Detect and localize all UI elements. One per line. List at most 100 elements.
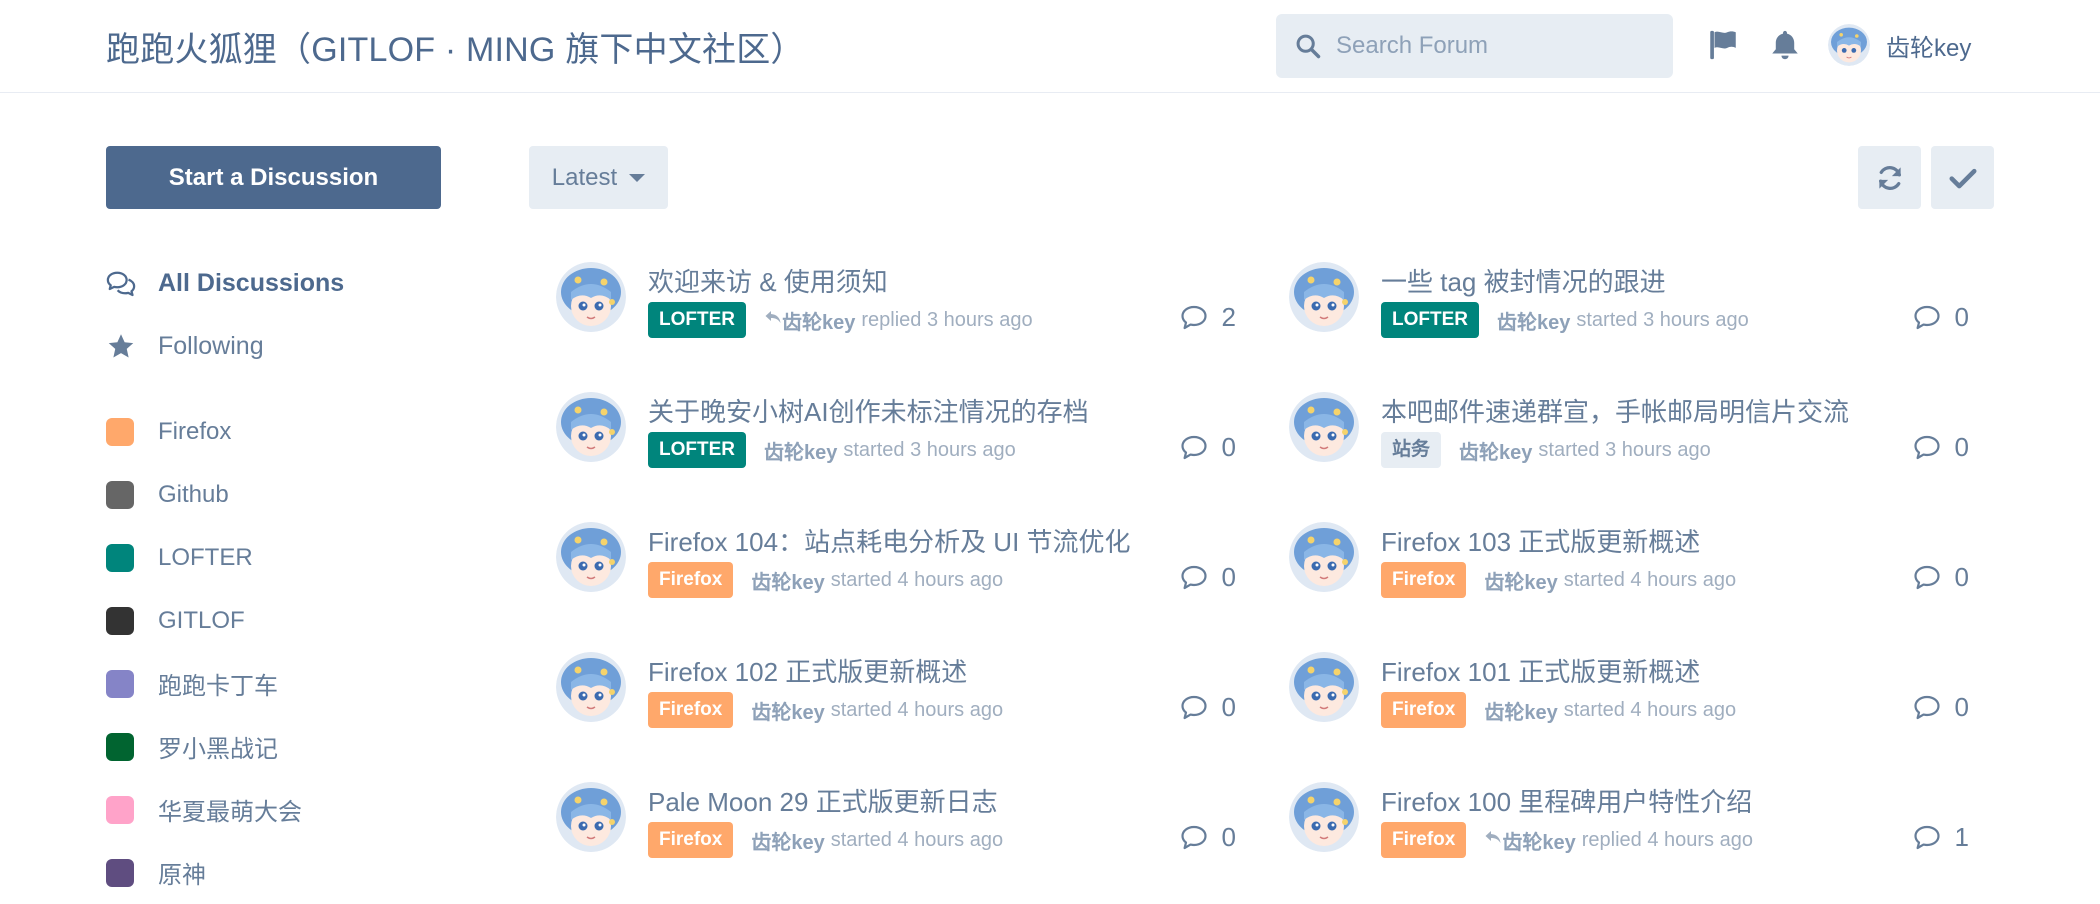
mark-all-read-button[interactable] xyxy=(1931,146,1994,209)
user-menu[interactable]: 齿轮key xyxy=(1828,24,1971,66)
sidebar-nav: All Discussions Following xyxy=(106,252,344,378)
reply-count-value: 2 xyxy=(1221,302,1236,332)
reply-count: 0 xyxy=(1180,432,1236,463)
sidebar-item-label: All Discussions xyxy=(158,269,345,297)
discussion-meta: LOFTER 齿轮key replied 3 hours ago xyxy=(648,302,1033,338)
discussion-author[interactable]: 齿轮key xyxy=(782,306,855,335)
refresh-button[interactable] xyxy=(1858,146,1921,209)
discussion-author[interactable]: 齿轮key xyxy=(1459,436,1532,465)
discussion-item[interactable]: Firefox 101 正式版更新概述 Firefox 齿轮key started 4… xyxy=(1289,652,1969,742)
discussion-item[interactable]: Firefox 100 里程碑用户特性介绍 Firefox 齿轮key replied… xyxy=(1289,782,1969,872)
reply-count: 0 xyxy=(1180,692,1236,723)
sidebar-tag-item[interactable]: Firefox xyxy=(106,400,302,463)
discussion-author[interactable]: 齿轮key xyxy=(1484,566,1557,595)
discussion-author[interactable]: 齿轮key xyxy=(751,566,824,595)
discussion-item[interactable]: Firefox 103 正式版更新概述 Firefox 齿轮key started 4… xyxy=(1289,522,1969,612)
start-discussion-button[interactable]: Start a Discussion xyxy=(106,146,441,209)
discussion-action: replied 4 hours ago xyxy=(1581,828,1753,851)
refresh-icon xyxy=(1878,165,1901,190)
sort-dropdown[interactable]: Latest xyxy=(529,146,668,209)
tag-color-swatch xyxy=(106,795,134,824)
reply-count: 0 xyxy=(1913,692,1969,723)
tag-color-swatch xyxy=(106,543,134,572)
avatar[interactable] xyxy=(556,262,626,332)
discussion-meta: Firefox 齿轮key started 4 hours ago xyxy=(1381,562,1736,598)
discussion-title[interactable]: Firefox 103 正式版更新概述 xyxy=(1381,522,1700,559)
tag-badge[interactable]: Firefox xyxy=(1381,822,1467,858)
sidebar-item-following[interactable]: Following xyxy=(106,315,344,378)
discussion-title[interactable]: 本吧邮件速递群宣，手帐邮局明信片交流 xyxy=(1381,392,1849,429)
sidebar-tag-item[interactable]: 罗小黑战记 xyxy=(106,715,302,778)
check-icon xyxy=(1949,168,1976,188)
discussion-action: replied 3 hours ago xyxy=(861,308,1033,331)
discussion-item[interactable]: 欢迎来访 & 使用须知 LOFTER 齿轮key replied 3 hours ag… xyxy=(556,262,1236,352)
tag-badge[interactable]: Firefox xyxy=(648,692,734,728)
reply-count-value: 0 xyxy=(1954,432,1969,462)
tag-badge[interactable]: LOFTER xyxy=(1381,302,1479,338)
username: 齿轮key xyxy=(1886,34,1972,62)
discussion-author[interactable]: 齿轮key xyxy=(764,436,837,465)
sidebar-tag-item[interactable]: LOFTER xyxy=(106,526,302,589)
discussion-author[interactable]: 齿轮key xyxy=(751,696,824,725)
avatar[interactable] xyxy=(1289,522,1359,592)
discussion-author[interactable]: 齿轮key xyxy=(751,826,824,855)
discussion-meta: Firefox 齿轮key started 4 hours ago xyxy=(648,822,1003,858)
tag-badge[interactable]: Firefox xyxy=(648,822,734,858)
discussion-author[interactable]: 齿轮key xyxy=(1484,696,1557,725)
discussion-author[interactable]: 齿轮key xyxy=(1502,826,1575,855)
discussion-title[interactable]: Firefox 104：站点耗电分析及 UI 节流优化 xyxy=(648,522,1131,559)
sidebar-tag-item[interactable]: 华夏最萌大会 xyxy=(106,778,302,841)
comment-icon xyxy=(1180,825,1208,851)
discussion-item[interactable]: Firefox 102 正式版更新概述 Firefox 齿轮key started 4… xyxy=(556,652,1236,742)
comments-icon xyxy=(106,271,136,296)
tag-badge[interactable]: Firefox xyxy=(1381,692,1467,728)
avatar[interactable] xyxy=(1289,782,1359,852)
tag-color-swatch xyxy=(106,669,134,698)
discussion-title[interactable]: Pale Moon 29 正式版更新日志 xyxy=(648,782,998,819)
tag-badge[interactable]: Firefox xyxy=(1381,562,1467,598)
avatar[interactable] xyxy=(1289,392,1359,462)
discussion-title[interactable]: Firefox 100 里程碑用户特性介绍 xyxy=(1381,782,1752,819)
discussion-title[interactable]: 一些 tag 被封情况的跟进 xyxy=(1381,262,1666,299)
discussion-title[interactable]: 欢迎来访 & 使用须知 xyxy=(648,262,888,299)
discussion-item[interactable]: Firefox 104：站点耗电分析及 UI 节流优化 Firefox 齿轮key s… xyxy=(556,522,1236,612)
discussion-title[interactable]: Firefox 102 正式版更新概述 xyxy=(648,652,967,689)
avatar[interactable] xyxy=(1289,652,1359,722)
reply-count-value: 1 xyxy=(1954,822,1969,852)
avatar[interactable] xyxy=(556,522,626,592)
comment-icon xyxy=(1180,565,1208,591)
avatar[interactable] xyxy=(556,652,626,722)
site-title[interactable]: 跑跑火狐狸（GITLOF · MING 旗下中文社区） xyxy=(106,22,805,71)
avatar[interactable] xyxy=(556,782,626,852)
tag-badge[interactable]: Firefox xyxy=(648,562,734,598)
discussion-title[interactable]: 关于晚安小树AI创作未标注情况的存档 xyxy=(648,392,1089,429)
sidebar-item-all-discussions[interactable]: All Discussions xyxy=(106,252,344,315)
discussion-action: started 4 hours ago xyxy=(830,828,1004,851)
search-box[interactable] xyxy=(1276,14,1673,78)
avatar[interactable] xyxy=(556,392,626,462)
discussion-item[interactable]: 关于晚安小树AI创作未标注情况的存档 LOFTER 齿轮key started 3 h… xyxy=(556,392,1236,482)
tag-badge[interactable]: 站务 xyxy=(1381,432,1442,468)
tag-badge[interactable]: LOFTER xyxy=(648,432,746,468)
sidebar-tag-item[interactable]: 跑跑卡丁车 xyxy=(106,652,302,715)
discussion-item[interactable]: 一些 tag 被封情况的跟进 LOFTER 齿轮key started 3 hours… xyxy=(1289,262,1969,352)
comment-icon xyxy=(1180,435,1208,461)
discussion-action: started 3 hours ago xyxy=(1538,438,1711,461)
flag-icon[interactable] xyxy=(1706,28,1740,62)
discussion-title[interactable]: Firefox 101 正式版更新概述 xyxy=(1381,652,1700,689)
discussion-item[interactable]: Pale Moon 29 正式版更新日志 Firefox 齿轮key started … xyxy=(556,782,1236,872)
comment-icon xyxy=(1180,305,1208,331)
sidebar-tag-item[interactable]: GITLOF xyxy=(106,589,302,652)
tag-label: 跑跑卡丁车 xyxy=(158,673,278,700)
search-input[interactable] xyxy=(1336,32,1656,60)
tag-label: LOFTER xyxy=(158,543,253,571)
bell-icon[interactable] xyxy=(1768,28,1802,62)
tag-badge[interactable]: LOFTER xyxy=(648,302,746,338)
discussion-meta: 站务 齿轮key started 3 hours ago xyxy=(1381,432,1711,468)
sidebar-tag-item[interactable]: Github xyxy=(106,463,302,526)
sidebar-tag-item[interactable]: 原神 xyxy=(106,841,302,904)
discussion-item[interactable]: 本吧邮件速递群宣，手帐邮局明信片交流 站务 齿轮key started 3 hours… xyxy=(1289,392,1969,482)
avatar[interactable] xyxy=(1289,262,1359,332)
discussion-author[interactable]: 齿轮key xyxy=(1497,306,1570,335)
discussion-action: started 3 hours ago xyxy=(1576,308,1749,331)
